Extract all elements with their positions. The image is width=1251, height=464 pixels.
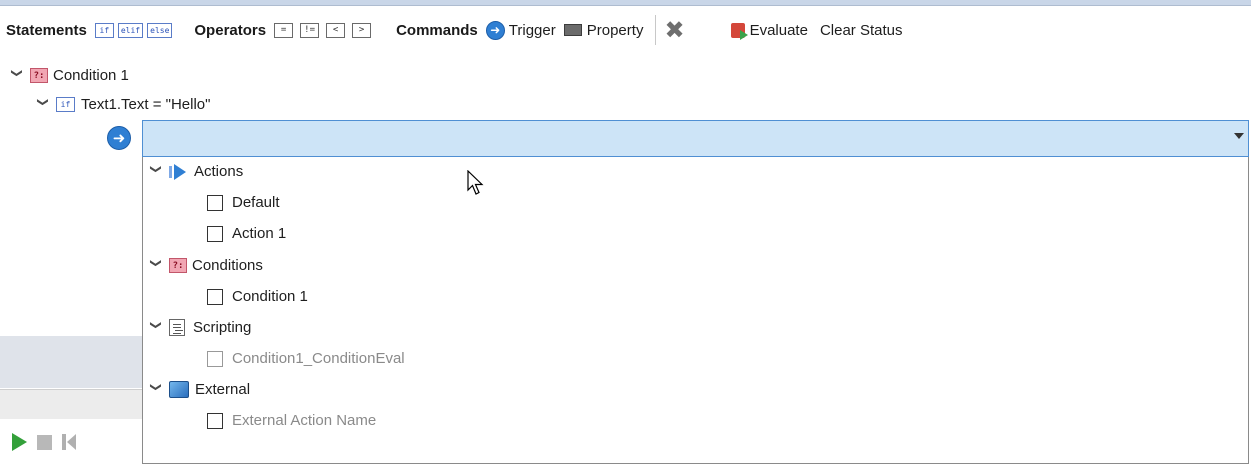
- group-label: External: [195, 381, 251, 398]
- dropdown-arrow-icon[interactable]: [1234, 133, 1244, 139]
- background-panel: [0, 336, 142, 388]
- group-label: Conditions: [192, 257, 263, 274]
- list-item[interactable]: External Action Name: [207, 412, 376, 429]
- stop-icon[interactable]: [37, 434, 52, 450]
- if-expression: Text1.Text = "Hello": [81, 96, 211, 113]
- chevron-down-icon[interactable]: ❯: [37, 98, 50, 112]
- greater-than-operator-button[interactable]: >: [352, 22, 372, 38]
- tree-node-if[interactable]: ❯ if Text1.Text = "Hello": [36, 96, 211, 113]
- condition-icon: ?:: [169, 258, 187, 273]
- evaluate-icon: [730, 22, 748, 40]
- trigger-arrow-icon: ➜: [485, 20, 505, 40]
- commands-label: Commands: [396, 21, 478, 39]
- not-equals-operator-button[interactable]: !=: [300, 22, 320, 38]
- operators-label: Operators: [194, 21, 267, 39]
- toolbar-separator: [655, 15, 657, 45]
- elif-button[interactable]: elif: [117, 22, 144, 38]
- condition-icon: ?:: [30, 68, 48, 83]
- if-icon: if: [56, 97, 75, 112]
- condition-label: Condition 1: [53, 67, 129, 84]
- external-icon: [169, 381, 189, 398]
- item-label: Action 1: [232, 225, 287, 242]
- command-dropdown-list: ❯ Actions Default Action 1 ❯ ?: Conditio…: [142, 157, 1249, 464]
- tree-node-condition[interactable]: ❯ ?: Condition 1: [10, 67, 129, 84]
- if-button[interactable]: if: [94, 22, 114, 38]
- statements-label: Statements: [6, 21, 87, 39]
- toolbar: Statements if elif else Operators = != <…: [0, 8, 1251, 52]
- item-label: Default: [232, 194, 280, 211]
- item-label: External Action Name: [232, 412, 377, 429]
- play-icon[interactable]: [12, 433, 27, 451]
- property-button[interactable]: Property: [563, 21, 644, 39]
- chevron-down-icon[interactable]: ❯: [11, 69, 24, 83]
- item-label: Condition 1: [232, 288, 308, 305]
- checkbox[interactable]: [207, 225, 223, 242]
- property-label: Property: [586, 21, 644, 39]
- trigger-button[interactable]: ➜ Trigger: [485, 20, 556, 40]
- delete-x-icon[interactable]: ✖: [664, 16, 684, 45]
- list-item[interactable]: Action 1: [207, 225, 286, 242]
- list-item[interactable]: Default: [207, 194, 280, 211]
- evaluate-button[interactable]: Evaluate: [730, 21, 808, 40]
- else-button[interactable]: else: [147, 22, 173, 38]
- chevron-down-icon[interactable]: ❯: [150, 383, 163, 397]
- list-item[interactable]: Condition 1: [207, 288, 308, 305]
- item-label: Condition1_ConditionEval: [232, 350, 405, 367]
- group-conditions[interactable]: ❯ ?: Conditions: [149, 257, 263, 274]
- chevron-down-icon[interactable]: ❯: [150, 321, 163, 335]
- window-top-border: [0, 0, 1251, 6]
- group-external[interactable]: ❯ External: [149, 381, 250, 398]
- group-label: Actions: [194, 163, 244, 180]
- chevron-down-icon[interactable]: ❯: [150, 259, 163, 273]
- trigger-arrow-icon: ➜: [107, 126, 131, 150]
- trigger-label: Trigger: [508, 21, 556, 39]
- script-icon: [169, 319, 185, 336]
- checkbox[interactable]: [207, 350, 223, 367]
- checkbox[interactable]: [207, 288, 223, 305]
- checkbox[interactable]: [207, 194, 223, 211]
- checkbox[interactable]: [207, 412, 223, 429]
- list-item[interactable]: Condition1_ConditionEval: [207, 350, 405, 367]
- evaluate-label: Evaluate: [749, 21, 808, 39]
- playback-toolbar: [12, 433, 76, 451]
- chevron-down-icon[interactable]: ❯: [150, 165, 163, 179]
- background-panel: [0, 389, 142, 419]
- less-than-operator-button[interactable]: <: [326, 22, 346, 38]
- clear-status-button[interactable]: Clear Status: [820, 22, 903, 39]
- command-combobox[interactable]: [142, 120, 1249, 157]
- equals-operator-button[interactable]: =: [274, 22, 294, 38]
- mouse-cursor-icon: [467, 170, 484, 195]
- property-icon: [563, 24, 582, 36]
- group-actions[interactable]: ❯ Actions: [149, 163, 244, 180]
- group-scripting[interactable]: ❯ Scripting: [149, 319, 251, 336]
- group-label: Scripting: [193, 319, 252, 336]
- action-arrow-icon: [169, 163, 186, 180]
- skip-back-icon[interactable]: [62, 434, 76, 450]
